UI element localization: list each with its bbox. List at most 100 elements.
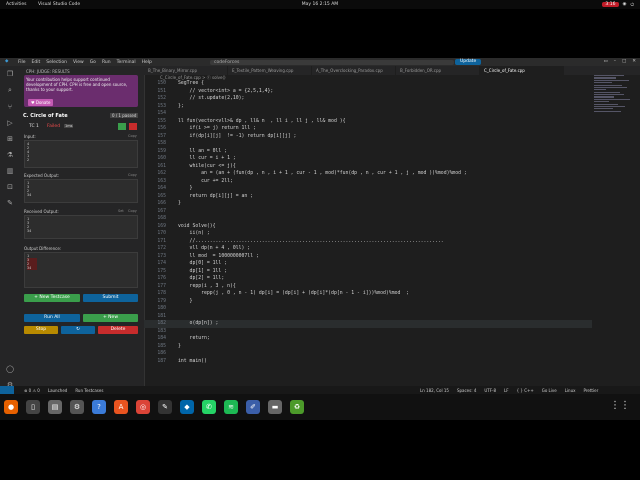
- code-line[interactable]: 179 }: [144, 298, 592, 306]
- menu-view[interactable]: View: [73, 60, 84, 65]
- menu-edit[interactable]: Edit: [32, 60, 41, 65]
- testcase-header[interactable]: TC 1 Failed 1ms: [23, 123, 141, 131]
- help-icon[interactable]: ?: [92, 400, 106, 414]
- launched-status[interactable]: Launched: [48, 388, 67, 393]
- cursor-position[interactable]: Ln 182, Col 15: [420, 388, 449, 393]
- code-line[interactable]: 172 vll dp(n + 4 , 0ll) ;: [144, 245, 592, 253]
- code-line[interactable]: 187 int main(): [144, 358, 592, 366]
- run-testcases-status[interactable]: Run Testcases: [75, 388, 103, 393]
- maximize-icon[interactable]: □: [622, 59, 626, 64]
- encoding[interactable]: UTF-8: [484, 388, 496, 393]
- indentation[interactable]: Spaces: 4: [457, 388, 476, 393]
- clock[interactable]: May 16 2:15 AM: [0, 2, 640, 7]
- code-line[interactable]: 160 ll cur = i + 1 ;: [144, 155, 592, 163]
- layout-icon[interactable]: ▭: [603, 59, 607, 64]
- terminal-icon[interactable]: ▯: [26, 400, 40, 414]
- code-line[interactable]: 182 o(dp[n]) ;: [144, 320, 592, 328]
- code-line[interactable]: 155 ll fun(vector<vll>& dp , ll& n , ll i…: [144, 118, 592, 126]
- code-line[interactable]: 169 void Solve(){: [144, 223, 592, 231]
- menu-go[interactable]: Go: [90, 60, 96, 65]
- spotify-icon[interactable]: ≋: [224, 400, 238, 414]
- submit-button[interactable]: Submit: [83, 294, 138, 302]
- code-line[interactable]: 166}: [144, 200, 592, 208]
- code-line[interactable]: 175 dp[1] = 1ll ;: [144, 268, 592, 276]
- go-live[interactable]: Go Live: [542, 388, 557, 393]
- code-line[interactable]: 180: [144, 305, 592, 313]
- donate-button[interactable]: ♥ Donate: [28, 99, 54, 106]
- cph-icon[interactable]: ▥: [7, 167, 14, 175]
- code-line[interactable]: 156 if(i >= j) return 1ll ;: [144, 125, 592, 133]
- delete-button[interactable]: Delete: [98, 326, 138, 334]
- remote-icon[interactable]: ⊡: [7, 183, 13, 191]
- copy-received-button[interactable]: Copy: [128, 209, 137, 213]
- code-line[interactable]: 157 if(dp[i][j] != -1) return dp[i][j] ;: [144, 133, 592, 141]
- minimap[interactable]: [594, 75, 634, 175]
- recording-indicator[interactable]: 3:16: [602, 2, 619, 7]
- code-line[interactable]: 163 cur += 2ll;: [144, 178, 592, 186]
- testing-icon[interactable]: ⚗: [7, 151, 13, 159]
- close-icon[interactable]: ✕: [632, 59, 636, 64]
- code-line[interactable]: 184 return;: [144, 335, 592, 343]
- menu-file[interactable]: File: [18, 60, 26, 65]
- remote-indicator[interactable]: [0, 386, 14, 394]
- menu-run[interactable]: Run: [102, 60, 111, 65]
- code-line[interactable]: 167: [144, 208, 592, 216]
- new-testcase-button[interactable]: + New Testcase: [24, 294, 80, 302]
- input-box[interactable]: 4 2 4 1 2: [24, 140, 138, 168]
- copy-input-button[interactable]: Copy: [128, 134, 137, 138]
- app-center-icon[interactable]: A: [114, 400, 128, 414]
- search-icon[interactable]: ⌕: [8, 86, 12, 95]
- code-line[interactable]: 152 // st.update(2,10);: [144, 95, 592, 103]
- source-control-icon[interactable]: ⑂: [8, 103, 12, 111]
- code-line[interactable]: 185}: [144, 343, 592, 351]
- language-mode[interactable]: { } C++: [517, 388, 534, 393]
- tab-circle-of-fate[interactable]: C_Circle_of_Fate.cpp: [480, 66, 564, 75]
- extensions-icon[interactable]: ⊞: [7, 135, 13, 143]
- run-debug-icon[interactable]: ▷: [7, 119, 12, 127]
- run-all-button[interactable]: Run All: [24, 314, 80, 322]
- code-line[interactable]: 173 ll mod = 1000000007ll ;: [144, 253, 592, 261]
- menu-selection[interactable]: Selection: [46, 60, 67, 65]
- line-ending[interactable]: LF: [504, 388, 509, 393]
- problems-status[interactable]: ⊗ 0 ⚠ 0: [24, 388, 40, 393]
- notes-icon[interactable]: ✐: [246, 400, 260, 414]
- menu-terminal[interactable]: Terminal: [117, 60, 136, 65]
- set-received-button[interactable]: Set: [118, 209, 124, 213]
- delete-testcase-button[interactable]: [129, 123, 137, 130]
- minimize-icon[interactable]: –: [614, 59, 616, 64]
- code-line[interactable]: 171 //..................................…: [144, 238, 592, 246]
- code-line[interactable]: 162 an = (an + (fun(dp , n , i + 1 , cur…: [144, 170, 592, 178]
- code-line[interactable]: 183: [144, 328, 592, 336]
- show-apps-icon[interactable]: ⋮⋮: [610, 400, 630, 411]
- vscode-icon[interactable]: ◆: [180, 400, 194, 414]
- code-line[interactable]: 177 repp(i , 3 , n){: [144, 283, 592, 291]
- code-line[interactable]: 151 // vector<int> a = {2,5,1,4};: [144, 88, 592, 96]
- run-testcase-button[interactable]: [118, 123, 126, 130]
- menu-help[interactable]: Help: [142, 60, 152, 65]
- code-line[interactable]: 168: [144, 215, 592, 223]
- tab-binary-mirror[interactable]: B_The_Binary_Mirror.cpp: [144, 66, 228, 75]
- code-line[interactable]: 165 return dp[i][j] = an ;: [144, 193, 592, 201]
- code-line[interactable]: 178 repp(j , 0 , n - 1) dp[i] = (dp[i] +…: [144, 290, 592, 298]
- firefox-icon[interactable]: ●: [4, 400, 18, 414]
- code-line[interactable]: 153};: [144, 103, 592, 111]
- code-line[interactable]: 154: [144, 110, 592, 118]
- prettier-status[interactable]: Prettier: [584, 388, 599, 393]
- tab-textile-pattern[interactable]: E_Textile_Pattern_Weaving.cpp: [228, 66, 312, 75]
- code-line[interactable]: 164 }: [144, 185, 592, 193]
- refresh-button[interactable]: ↻: [61, 326, 95, 334]
- code-line[interactable]: 159 ll an = 0ll ;: [144, 148, 592, 156]
- text-editor-icon[interactable]: ✎: [158, 400, 172, 414]
- code-line[interactable]: 176 dp[2] = 1ll;: [144, 275, 592, 283]
- account-icon[interactable]: ◯: [6, 365, 14, 373]
- code-line[interactable]: 150 SegTree {: [144, 80, 592, 88]
- expected-box[interactable]: 1 3 2 34: [24, 179, 138, 203]
- files-icon[interactable]: ▤: [48, 400, 62, 414]
- explorer-icon[interactable]: ❐: [7, 70, 13, 78]
- code-line[interactable]: 186: [144, 350, 592, 358]
- whatsapp-icon[interactable]: ✆: [202, 400, 216, 414]
- code-line[interactable]: 170 ii(n) ;: [144, 230, 592, 238]
- code-editor[interactable]: 150 SegTree {151 // vector<int> a = {2,5,…: [144, 80, 592, 398]
- code-line[interactable]: 161 while(cur <= j){: [144, 163, 592, 171]
- code-line[interactable]: 158: [144, 140, 592, 148]
